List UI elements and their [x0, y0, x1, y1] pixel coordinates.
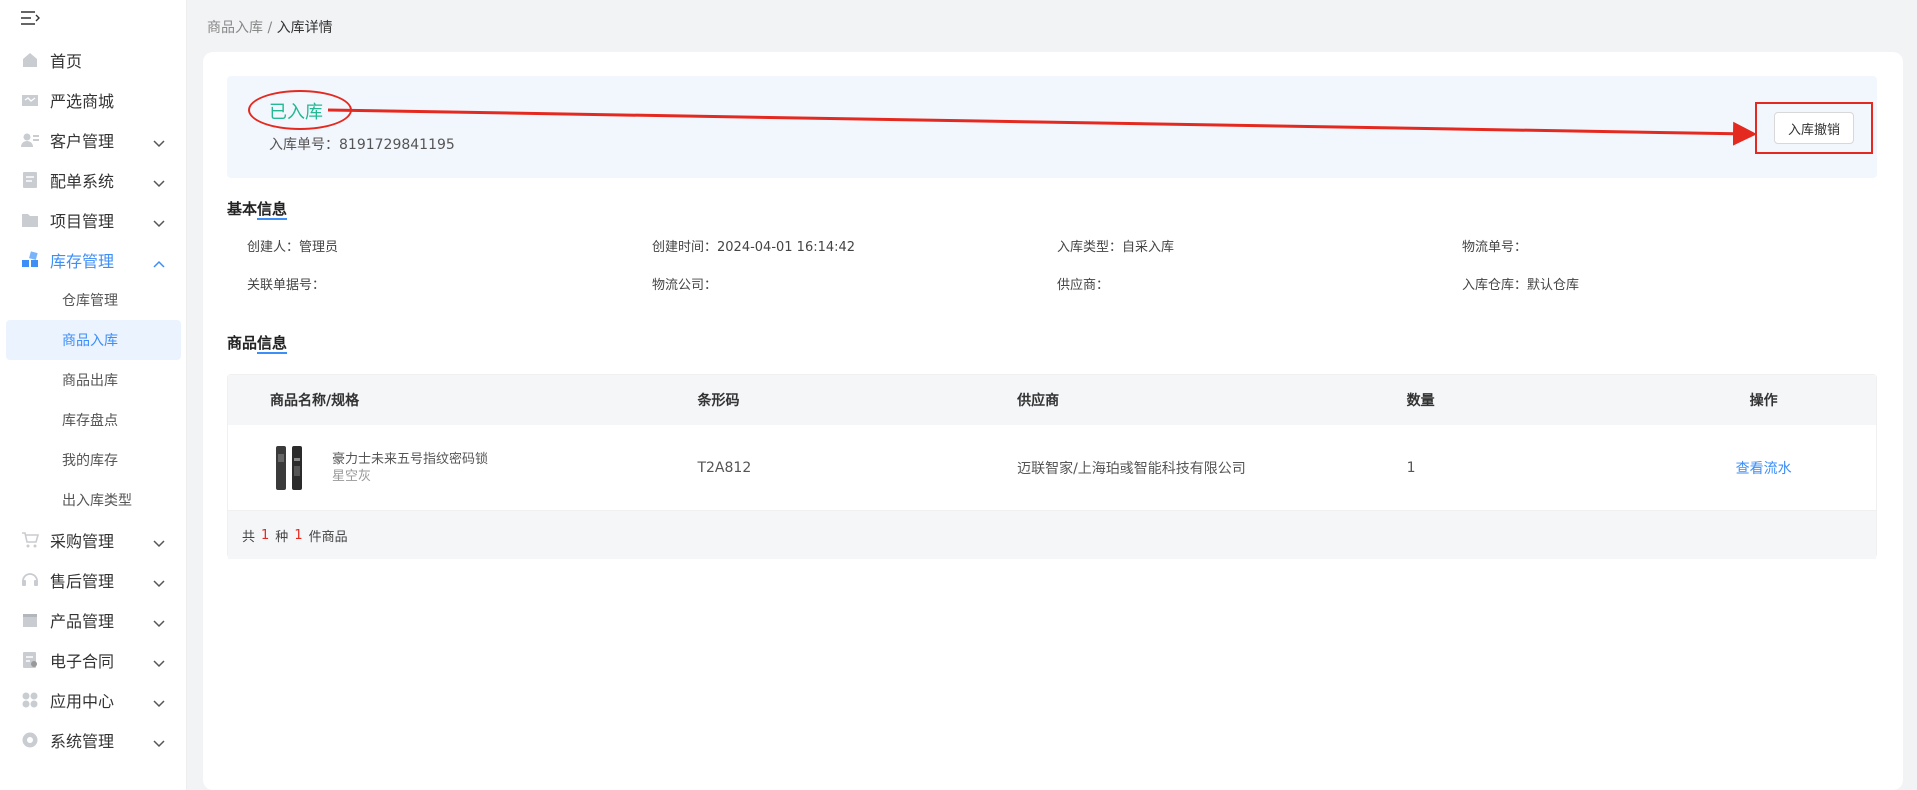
- info-creator: 创建人：管理员: [247, 240, 339, 255]
- table-row: 豪力士未来五号指纹密码锁 星空灰 T2A812 迈联智家/上海珀彧智能科技有限公…: [228, 425, 1876, 511]
- quantity-cell: 1: [1406, 459, 1416, 476]
- sidebar-sub-warehouse[interactable]: 仓库管理: [0, 280, 187, 320]
- cart-icon: [20, 530, 40, 550]
- breadcrumb: 商品入库 / 入库详情: [207, 17, 333, 37]
- customer-icon: [20, 130, 40, 150]
- sidebar-item-label: 采购管理: [50, 532, 115, 551]
- sidebar-item-label: 配单系统: [50, 172, 115, 191]
- info-created-time: 创建时间：2024-04-01 16:14:42: [652, 240, 856, 255]
- mall-icon: [20, 90, 40, 110]
- sidebar-item-customer[interactable]: 客户管理: [0, 120, 187, 160]
- items-count: 1: [294, 527, 303, 543]
- settings-icon: [20, 730, 40, 750]
- sidebar-item-contract[interactable]: 电子合同: [0, 640, 187, 680]
- chevron-down-icon: [153, 613, 165, 628]
- box-icon: [20, 610, 40, 630]
- order-number: 入库单号：8191729841195: [269, 134, 455, 154]
- sidebar-item-apps[interactable]: 应用中心: [0, 680, 187, 720]
- breadcrumb-separator: /: [267, 20, 273, 36]
- sidebar-item-label: 电子合同: [50, 652, 115, 671]
- inventory-icon: [20, 250, 40, 270]
- product-name: 豪力士未来五号指纹密码锁: [332, 451, 489, 467]
- sidebar-item-project[interactable]: 项目管理: [0, 200, 187, 240]
- sidebar-item-home[interactable]: 首页: [0, 40, 187, 80]
- detail-card: 已入库 入库单号：8191729841195 入库撤销 基本信息 创建人：管理员…: [203, 52, 1903, 790]
- headset-icon: [20, 570, 40, 590]
- info-related-doc: 关联单据号：: [247, 278, 326, 293]
- sidebar-sub-stocktake[interactable]: 库存盘点: [0, 400, 187, 440]
- apps-icon: [20, 690, 40, 710]
- chevron-down-icon: [153, 173, 165, 188]
- sidebar-item-label: 产品管理: [50, 612, 115, 631]
- chevron-down-icon: [153, 213, 165, 228]
- column-header: 数量: [1406, 393, 1435, 409]
- info-tracking-no: 物流单号：: [1462, 240, 1528, 255]
- sidebar-item-purchase[interactable]: 采购管理: [0, 520, 187, 560]
- info-inbound-type: 入库类型：自采入库: [1057, 240, 1175, 255]
- sidebar-item-order-system[interactable]: 配单系统: [0, 160, 187, 200]
- sidebar-item-label: 售后管理: [50, 572, 115, 591]
- sidebar-item-label: 系统管理: [50, 732, 115, 751]
- product-cell: 豪力士未来五号指纹密码锁 星空灰: [228, 444, 697, 492]
- table-header: 商品名称/规格 条形码 供应商 数量 操作: [228, 375, 1876, 425]
- product-spec: 星空灰: [332, 468, 372, 484]
- sidebar-sub-my-stock[interactable]: 我的库存: [0, 440, 187, 480]
- sidebar-item-label: 项目管理: [50, 212, 115, 231]
- view-flow-link[interactable]: 查看流水: [1736, 461, 1792, 477]
- goods-info-title: 商品信息: [227, 334, 288, 354]
- sidebar-item-label: 应用中心: [50, 692, 115, 711]
- chevron-down-icon: [153, 533, 165, 548]
- sidebar-item-inventory[interactable]: 库存管理: [0, 240, 187, 280]
- sidebar-item-label: 客户管理: [50, 132, 115, 151]
- info-warehouse: 入库仓库：默认仓库: [1462, 278, 1580, 293]
- column-header: 商品名称/规格: [270, 393, 360, 409]
- sidebar-item-mall[interactable]: 严选商城: [0, 80, 187, 120]
- sidebar-item-aftersales[interactable]: 售后管理: [0, 560, 187, 600]
- order-number-label: 入库单号：: [269, 137, 339, 153]
- order-number-value: 8191729841195: [339, 137, 455, 153]
- sidebar-item-label: 严选商城: [50, 92, 115, 111]
- order-icon: [20, 170, 40, 190]
- column-header: 条形码: [697, 393, 740, 409]
- info-logistics-company: 物流公司：: [652, 278, 718, 293]
- chevron-down-icon: [153, 133, 165, 148]
- column-header: 操作: [1749, 393, 1778, 409]
- status-panel: 已入库 入库单号：8191729841195 入库撤销: [227, 76, 1877, 178]
- basic-info-row: 创建人：管理员 创建时间：2024-04-01 16:14:42 入库类型：自采…: [247, 236, 1867, 255]
- sidebar-item-label: 库存管理: [50, 252, 115, 271]
- sidebar-sub-goods-in[interactable]: 商品入库: [6, 320, 181, 360]
- sidebar-sub-io-type[interactable]: 出入库类型: [0, 480, 187, 520]
- annotation-circle: [248, 90, 352, 130]
- column-header: 供应商: [1017, 393, 1060, 409]
- chevron-down-icon: [153, 653, 165, 668]
- chevron-up-icon: [153, 253, 165, 268]
- chevron-down-icon: [153, 733, 165, 748]
- info-supplier: 供应商：: [1057, 278, 1110, 293]
- table-footer: 共 1 种 1 件商品: [228, 511, 1876, 559]
- contract-icon: [20, 650, 40, 670]
- sidebar: 首页 严选商城 客户管理 配单系统 项目管理 库存管理 仓库管理 商品入库 商品: [0, 0, 187, 790]
- supplier-cell: 迈联智家/上海珀彧智能科技有限公司: [1017, 460, 1246, 477]
- sidebar-item-system[interactable]: 系统管理: [0, 720, 187, 760]
- chevron-down-icon: [153, 573, 165, 588]
- breadcrumb-current: 入库详情: [276, 20, 333, 36]
- annotation-box: [1755, 102, 1873, 154]
- product-image: [270, 444, 310, 492]
- menu-fold-icon[interactable]: [20, 10, 42, 28]
- chevron-down-icon: [153, 693, 165, 708]
- kinds-count: 1: [261, 527, 270, 543]
- basic-info-title: 基本信息: [227, 200, 288, 220]
- home-icon: [20, 50, 40, 70]
- sidebar-item-label: 首页: [50, 52, 83, 71]
- barcode-cell: T2A812: [697, 459, 752, 476]
- folder-icon: [20, 210, 40, 230]
- goods-table: 商品名称/规格 条形码 供应商 数量 操作 豪力士未来五号指纹密码锁 星空灰 T…: [227, 374, 1877, 559]
- sidebar-item-product[interactable]: 产品管理: [0, 600, 187, 640]
- sidebar-sub-goods-out[interactable]: 商品出库: [0, 360, 187, 400]
- breadcrumb-parent[interactable]: 商品入库: [207, 20, 263, 36]
- basic-info-row: 关联单据号： 物流公司： 供应商： 入库仓库：默认仓库: [247, 274, 1867, 293]
